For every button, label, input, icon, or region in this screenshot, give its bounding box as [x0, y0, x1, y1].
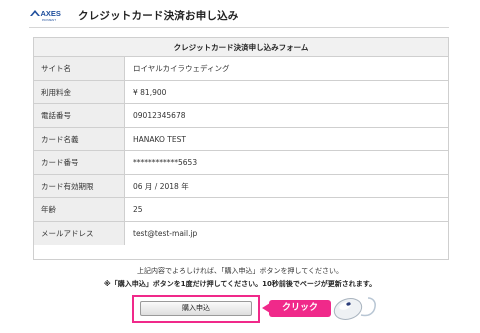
form-row-amount: 利用料金 ¥ 81,900	[34, 80, 448, 104]
row-label: 年齢	[34, 198, 125, 221]
row-label: カード有効期限	[34, 174, 125, 197]
row-value: 09012345678	[133, 111, 186, 120]
row-value: 25	[133, 205, 143, 214]
row-value: ロイヤルカイラウェディング	[133, 64, 230, 73]
row-label: メールアドレス	[34, 221, 125, 245]
axes-logo: AXES PAYMENT	[29, 7, 69, 23]
row-value: ¥ 81,900	[133, 87, 167, 97]
row-label: 利用料金	[34, 80, 125, 103]
form-row-card-number: カード番号 ************5653	[34, 151, 448, 175]
header-divider	[29, 27, 449, 28]
form-row-email: メールアドレス test@test-mail.jp	[34, 221, 448, 245]
computer-mouse-icon	[331, 293, 377, 325]
row-label: カード番号	[34, 151, 125, 174]
logo-subtext: PAYMENT	[42, 18, 56, 22]
form-row-age: 年齢 25	[34, 198, 448, 222]
form-row-card-expiry: カード有効期限 06 月 / 2018 年	[34, 174, 448, 198]
row-value: HANAKO TEST	[133, 134, 186, 144]
page-title: クレジットカード決済お申し込み	[78, 10, 239, 22]
click-callout: クリック	[262, 300, 332, 317]
callout-label: クリック	[269, 300, 331, 317]
credit-card-form: クレジットカード決済申し込みフォーム サイト名 ロイヤルカイラウェディング 利用…	[33, 37, 449, 260]
form-title: クレジットカード決済申し込みフォーム	[34, 38, 448, 57]
row-value: ************5653	[133, 158, 198, 167]
form-row-phone: 電話番号 09012345678	[34, 104, 448, 128]
row-label: サイト名	[34, 57, 125, 80]
page-header: AXES PAYMENT クレジットカード決済お申し込み	[0, 0, 480, 30]
form-row-site-name: サイト名 ロイヤルカイラウェディング	[34, 57, 448, 81]
row-value: test@test-mail.jp	[133, 228, 198, 238]
confirm-instruction: 上記内容でよろしければ、「購入申込」ボタンを押してください。	[136, 267, 344, 275]
row-label: 電話番号	[34, 104, 125, 127]
click-once-warning: ※「購入申込」ボタンを1度だけ押してください。10秒前後でページが更新されます。	[103, 280, 377, 288]
logo-text: AXES	[41, 9, 61, 18]
purchase-submit-button[interactable]: 購入申込	[140, 301, 252, 316]
form-row-card-holder: カード名義 HANAKO TEST	[34, 127, 448, 151]
row-value: 06 月 / 2018 年	[133, 181, 189, 191]
row-label: カード名義	[34, 127, 125, 150]
